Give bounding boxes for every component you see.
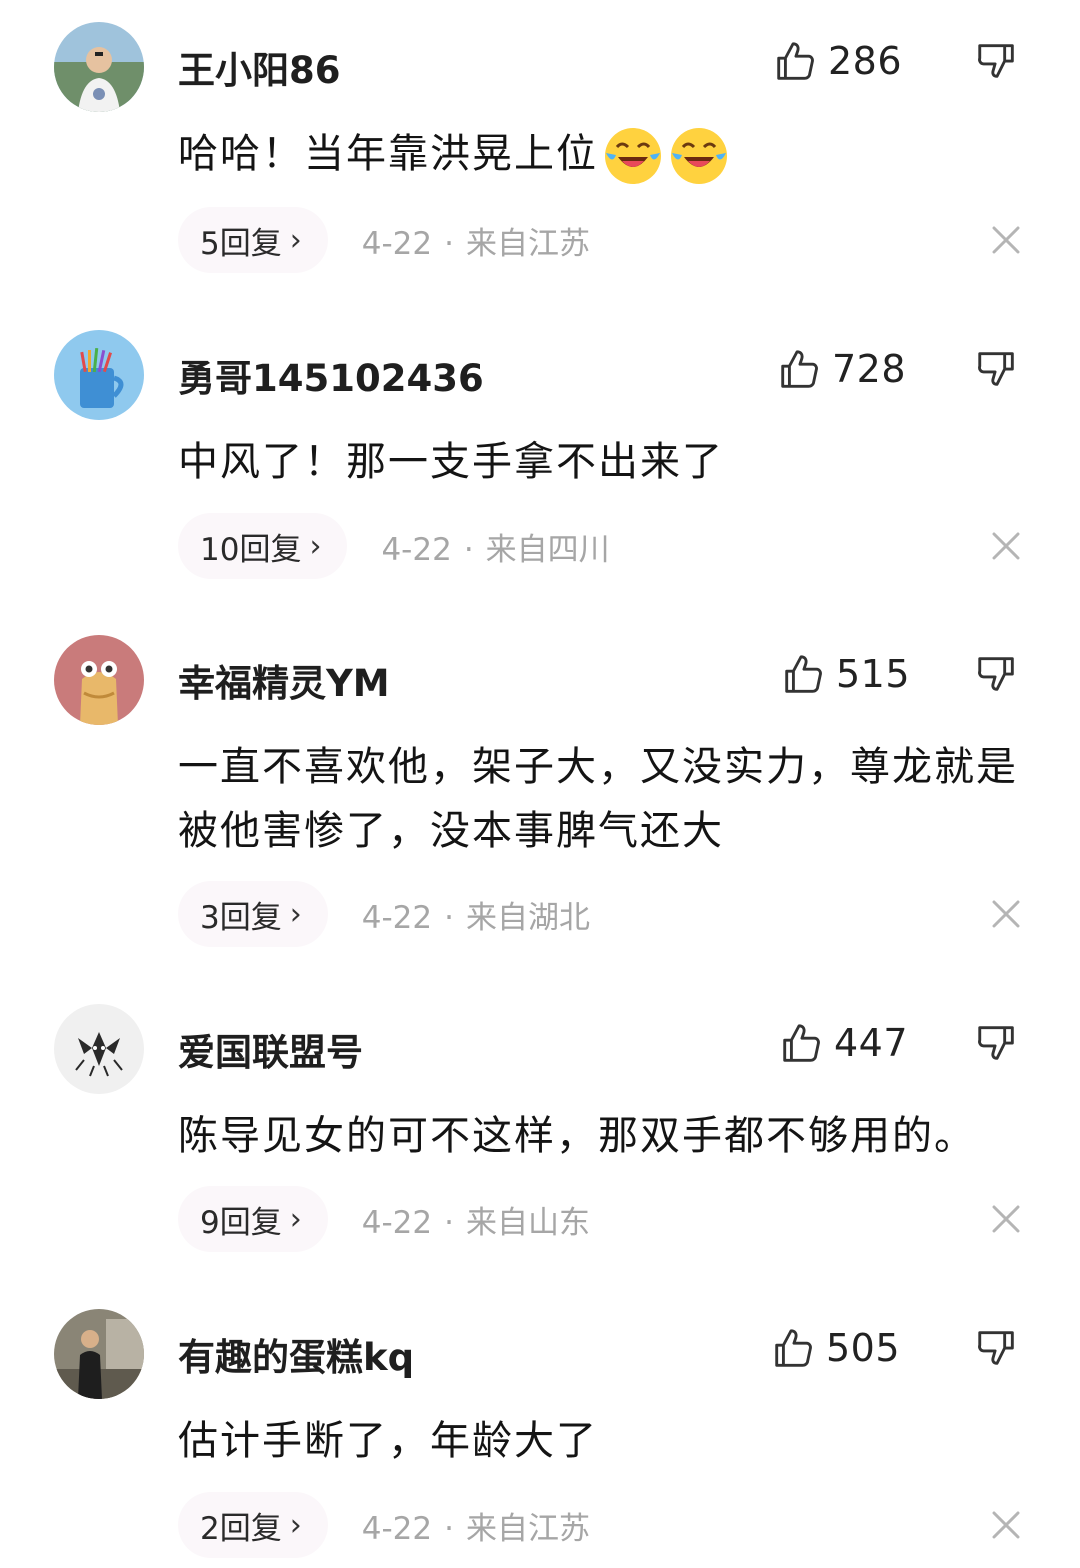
username[interactable]: 有趣的蛋糕kq (178, 1327, 414, 1381)
chevron-right-icon: › (289, 222, 302, 258)
username[interactable]: 勇哥145102436 (178, 348, 484, 402)
close-icon[interactable] (990, 898, 1022, 930)
like-button[interactable]: 515 (780, 649, 910, 699)
replies-button[interactable]: 2回复 › (178, 1492, 328, 1558)
separator-dot: · (444, 225, 454, 262)
comment-text: 陈导见女的可不这样，那双手都不够用的。 (178, 1113, 976, 1159)
separator-dot: · (444, 1510, 454, 1547)
comment-date-location: 4-22 · 来自湖北 (362, 892, 590, 937)
avatar[interactable] (54, 22, 144, 112)
comment-date-location: 4-22 · 来自江苏 (362, 1503, 590, 1548)
chevron-right-icon: › (289, 1507, 302, 1543)
comment-date: 4-22 (361, 225, 433, 262)
like-count: 728 (832, 347, 907, 391)
thumbs-down-icon[interactable] (974, 1325, 1020, 1371)
comment-text: 中风了！那一支手拿不出来了 (178, 439, 724, 485)
comment-text: 一直不喜欢他，架子大，又没实力，尊龙就是被他害惨了，没本事脾气还大 (178, 744, 1018, 854)
thumbs-down-icon[interactable] (974, 1020, 1020, 1066)
thumbs-up-icon (781, 350, 818, 388)
like-count: 515 (836, 652, 911, 696)
reply-count: 2回复 (200, 1510, 282, 1547)
comment-meta: 5回复 › 4-22 · 来自江苏 (178, 207, 590, 273)
separator-dot: · (444, 1204, 454, 1241)
chevron-right-icon: › (289, 896, 302, 932)
replies-button[interactable]: 9回复 › (178, 1186, 328, 1252)
thumbs-up-icon (775, 1329, 812, 1367)
like-button[interactable]: 286 (772, 36, 902, 86)
thumbs-down-icon[interactable] (974, 38, 1020, 84)
comment-date: 4-22 (361, 1204, 433, 1241)
replies-button[interactable]: 10回复 › (178, 513, 348, 579)
comment-text: 估计手断了，年龄大了 (178, 1418, 598, 1464)
laughing-crying-emoji-icon (605, 128, 661, 184)
comment-meta: 2回复 › 4-22 · 来自江苏 (178, 1492, 590, 1558)
replies-button[interactable]: 5回复 › (178, 207, 328, 273)
comment-date-location: 4-22 · 来自山东 (362, 1197, 590, 1242)
chevron-right-icon: › (289, 1201, 302, 1237)
close-icon[interactable] (990, 224, 1022, 256)
reply-count: 10回复 (200, 531, 302, 568)
thumbs-up-icon (785, 655, 822, 693)
comment-location: 来自山东 (465, 1204, 590, 1241)
thumbs-up-icon (777, 42, 814, 80)
thumbs-down-icon[interactable] (974, 346, 1020, 392)
comment-text-body: 哈哈！当年靠洪晃上位 (178, 131, 598, 177)
avatar[interactable] (54, 1309, 144, 1399)
comment-meta: 9回复 › 4-22 · 来自山东 (178, 1186, 590, 1252)
like-count: 505 (826, 1326, 901, 1370)
like-count: 447 (834, 1021, 909, 1065)
comment-text: 哈哈！当年靠洪晃上位 (178, 122, 1028, 187)
replies-button[interactable]: 3回复 › (178, 881, 328, 947)
like-count: 286 (828, 39, 903, 83)
comment-date: 4-22 (381, 531, 452, 568)
laughing-crying-emoji-icon (671, 128, 727, 184)
comment-location: 来自四川 (485, 531, 610, 568)
separator-dot: · (463, 531, 474, 568)
comment-meta: 3回复 › 4-22 · 来自湖北 (178, 881, 590, 947)
username[interactable]: 幸福精灵YM (178, 653, 390, 707)
comment-location: 来自湖北 (465, 899, 590, 936)
chevron-right-icon: › (309, 528, 322, 564)
like-button[interactable]: 447 (778, 1018, 908, 1068)
close-icon[interactable] (990, 1203, 1022, 1235)
reply-count: 3回复 (200, 899, 282, 936)
avatar[interactable] (54, 1004, 144, 1094)
close-icon[interactable] (990, 1509, 1022, 1541)
comment-date-location: 4-22 · 来自四川 (381, 524, 609, 569)
like-button[interactable]: 505 (770, 1323, 900, 1373)
comment-location: 来自江苏 (465, 225, 590, 262)
thumbs-down-icon[interactable] (974, 651, 1020, 697)
comment-location: 来自江苏 (465, 1510, 590, 1547)
username[interactable]: 王小阳86 (178, 40, 341, 94)
avatar[interactable] (54, 635, 144, 725)
reply-count: 5回复 (200, 225, 282, 262)
username[interactable]: 爱国联盟号 (178, 1022, 363, 1076)
comment-date: 4-22 (361, 899, 433, 936)
comment-date-location: 4-22 · 来自江苏 (362, 218, 590, 263)
comment-date: 4-22 (361, 1510, 433, 1547)
close-icon[interactable] (990, 530, 1022, 562)
avatar[interactable] (54, 330, 144, 420)
like-button[interactable]: 728 (776, 344, 906, 394)
comment-meta: 10回复 › 4-22 · 来自四川 (178, 513, 610, 579)
reply-count: 9回复 (200, 1204, 282, 1241)
thumbs-up-icon (783, 1024, 820, 1062)
separator-dot: · (444, 899, 454, 936)
